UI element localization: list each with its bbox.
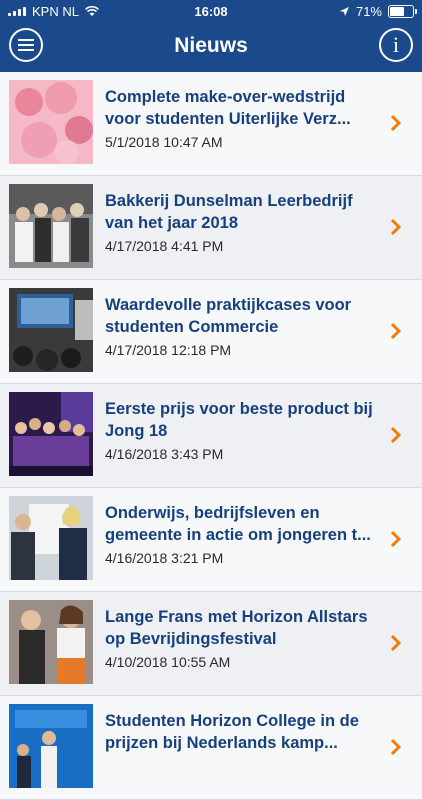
news-title: Studenten Horizon College in de prijzen … (105, 712, 359, 752)
news-thumbnail (9, 80, 93, 164)
news-item[interactable]: Waardevolle praktijkcases voor studenten… (0, 280, 422, 384)
news-thumbnail (9, 288, 93, 372)
chevron-right-icon (390, 426, 402, 444)
status-bar: KPN NL 16:08 71% (0, 0, 422, 24)
news-title: Complete make-over-wedstrijd voor studen… (105, 88, 351, 128)
app-header: KPN NL 16:08 71% Nieuws i (0, 0, 422, 72)
news-date: 4/17/2018 12:18 PM (105, 342, 232, 358)
news-thumbnail (9, 496, 93, 580)
news-item[interactable]: Onderwijs, bedrijfsleven en gemeente in … (0, 488, 422, 592)
news-item[interactable]: Complete make-over-wedstrijd voor studen… (0, 72, 422, 176)
info-button[interactable]: i (379, 28, 413, 62)
news-date: 4/16/2018 3:43 PM (105, 446, 224, 462)
news-thumbnail (9, 600, 93, 684)
battery-percent: 71% (355, 4, 382, 19)
news-thumbnail (9, 704, 93, 788)
news-item[interactable]: Studenten Horizon College in de prijzen … (0, 696, 422, 800)
news-list: Complete make-over-wedstrijd voor studen… (0, 72, 422, 800)
news-date: 4/10/2018 10:55 AM (105, 654, 231, 670)
news-date: 4/16/2018 3:21 PM (105, 550, 224, 566)
news-thumbnail (9, 392, 93, 476)
news-thumbnail (9, 184, 93, 268)
news-title: Bakkerij Dunselman Leerbedrijf van het j… (105, 192, 353, 232)
news-title: Lange Frans met Horizon Allstars op Bevr… (105, 608, 368, 648)
chevron-right-icon (390, 530, 402, 548)
news-item[interactable]: Eerste prijs voor beste product bij Jong… (0, 384, 422, 488)
chevron-right-icon (390, 738, 402, 756)
news-date: 4/17/2018 4:41 PM (105, 238, 224, 254)
chevron-right-icon (390, 218, 402, 236)
news-item[interactable]: Lange Frans met Horizon Allstars op Bevr… (0, 592, 422, 696)
chevron-right-icon (390, 114, 402, 132)
news-date: 5/1/2018 10:47 AM (105, 134, 223, 150)
news-title: Onderwijs, bedrijfsleven en gemeente in … (105, 504, 371, 544)
info-icon: i (392, 32, 400, 57)
chevron-right-icon (390, 634, 402, 652)
battery-fill (390, 7, 405, 16)
news-title: Eerste prijs voor beste product bij Jong… (105, 400, 373, 440)
chevron-right-icon (390, 322, 402, 340)
news-title: Waardevolle praktijkcases voor studenten… (105, 296, 352, 336)
location-arrow-icon (339, 7, 349, 16)
battery-icon (388, 5, 417, 18)
news-item[interactable]: Bakkerij Dunselman Leerbedrijf van het j… (0, 176, 422, 280)
page-title: Nieuws (174, 34, 248, 57)
